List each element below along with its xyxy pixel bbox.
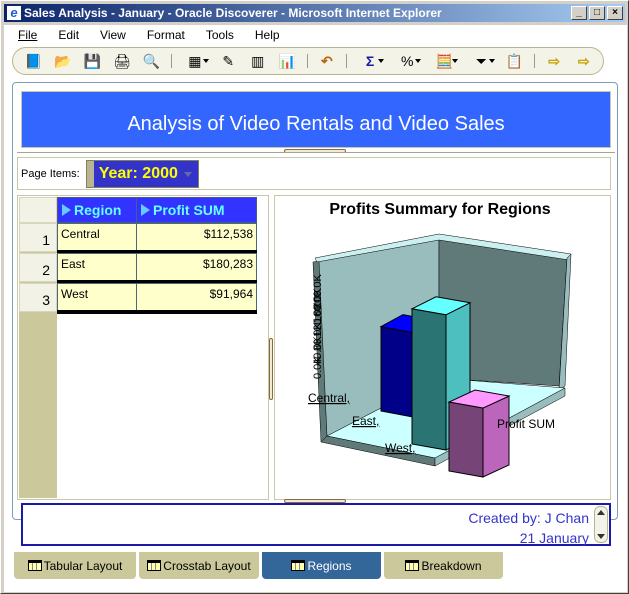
tab-crosstab-layout[interactable]: Crosstab Layout bbox=[139, 552, 259, 579]
page-items-label: Page Items: bbox=[21, 167, 80, 180]
maximize-button[interactable]: □ bbox=[589, 6, 605, 20]
app-area: File Edit View Format Tools Help 📘 📂 💾 🖨… bbox=[4, 25, 627, 592]
toolbar-separator bbox=[306, 54, 308, 68]
tab-label: Tabular Layout bbox=[43, 558, 123, 573]
undo-icon[interactable]: ↶ bbox=[317, 51, 338, 71]
table-cell-region[interactable]: Central bbox=[57, 223, 137, 251]
toolbar-separator bbox=[533, 54, 535, 68]
table-cell-profit[interactable]: $180,283 bbox=[136, 253, 257, 281]
table-icon bbox=[291, 560, 306, 571]
menu-bar: File Edit View Format Tools Help bbox=[4, 25, 627, 45]
divider bbox=[17, 152, 615, 153]
menu-help[interactable]: Help bbox=[255, 28, 280, 42]
bar-side-west bbox=[482, 395, 510, 478]
worksheet-area: Analysis of Video Rentals and Video Sale… bbox=[12, 82, 618, 546]
crosstab-icon bbox=[147, 560, 162, 571]
tab-tabular-layout[interactable]: Tabular Layout bbox=[14, 552, 136, 579]
row-number[interactable]: 3 bbox=[19, 283, 57, 312]
table-pane: Region Profit SUM 1 Central $112,538 2 E… bbox=[17, 195, 269, 500]
table-corner[interactable] bbox=[19, 197, 57, 223]
print-preview-icon[interactable]: 🔍 bbox=[141, 51, 162, 71]
print-icon[interactable]: 🖨 bbox=[112, 51, 133, 71]
column-header-profit-sum[interactable]: Profit SUM bbox=[136, 197, 257, 223]
row-number[interactable]: 1 bbox=[19, 223, 57, 252]
send-icon[interactable]: ⇨ bbox=[573, 51, 594, 71]
worksheet-tabs: Tabular Layout Crosstab Layout Regions B… bbox=[14, 552, 506, 580]
menu-file[interactable]: File bbox=[18, 28, 37, 42]
export-icon[interactable]: ⇨ bbox=[544, 51, 565, 71]
drag-grip-icon[interactable] bbox=[86, 160, 94, 187]
menu-tools[interactable]: Tools bbox=[206, 28, 234, 42]
filters-icon[interactable]: ⏷ bbox=[467, 51, 496, 71]
row-separator bbox=[57, 310, 257, 314]
totals-icon[interactable]: Σ bbox=[356, 51, 385, 71]
row-number[interactable]: 2 bbox=[19, 253, 57, 282]
tab-label: Crosstab Layout bbox=[163, 558, 251, 573]
table-icon bbox=[405, 560, 420, 571]
table-cell-profit[interactable]: $91,964 bbox=[136, 283, 257, 311]
new-sheet-icon[interactable]: ▦ bbox=[181, 51, 209, 71]
table-cell-region[interactable]: East bbox=[57, 253, 137, 281]
bar-front-west bbox=[448, 401, 484, 478]
x-category-label: West, bbox=[385, 441, 415, 455]
x-category-label: East, bbox=[352, 414, 379, 428]
column-header-label: Profit SUM bbox=[153, 202, 225, 218]
new-workbook-icon[interactable]: 📘 bbox=[23, 51, 44, 71]
toolbar-separator bbox=[346, 54, 348, 68]
sort-arrow-icon bbox=[141, 204, 150, 216]
tab-label: Regions bbox=[307, 558, 352, 573]
page-items-bar: Page Items: Year: 2000 bbox=[17, 157, 611, 190]
graph-icon[interactable]: 📊 bbox=[277, 51, 298, 71]
title-bar: e Sales Analysis - January - Oracle Disc… bbox=[4, 4, 625, 22]
tab-regions[interactable]: Regions bbox=[262, 552, 381, 579]
conditional-format-icon[interactable]: 📋 bbox=[504, 51, 525, 71]
menu-view[interactable]: View bbox=[100, 28, 126, 42]
chart-pane: Profits Summary for Regions 0.0K 40.0K 80.… bbox=[274, 195, 611, 500]
table-icon[interactable]: ▥ bbox=[247, 51, 268, 71]
bar-front-central bbox=[380, 325, 414, 418]
minimize-button[interactable]: _ bbox=[571, 6, 587, 20]
save-icon[interactable]: 💾 bbox=[82, 51, 103, 71]
column-header-region[interactable]: Region bbox=[57, 197, 137, 223]
date-text: 21 January bbox=[519, 530, 589, 546]
chevron-down-icon[interactable] bbox=[183, 171, 192, 181]
year-value: Year: 2000 bbox=[98, 164, 178, 182]
created-by-text: Created by: J Chan bbox=[468, 510, 589, 526]
footer-text: Created by: J Chan 21 January bbox=[468, 508, 589, 548]
scroll-up-icon[interactable] bbox=[597, 510, 605, 515]
ie-logo-icon: e bbox=[7, 6, 21, 20]
table-cell-region[interactable]: West bbox=[57, 283, 137, 311]
open-workbook-icon[interactable]: 📂 bbox=[53, 51, 74, 71]
bar-front-east bbox=[411, 308, 447, 451]
table-cell-profit[interactable]: $112,538 bbox=[136, 223, 257, 251]
toolbar: 📘 📂 💾 🖨 🔍 ▦ ✎ ▥ 📊 ↶ Σ % 🧮 ⏷ 📋 ⇨ ⇨ bbox=[12, 47, 604, 75]
tab-breakdown[interactable]: Breakdown bbox=[384, 552, 503, 579]
tab-label: Breakdown bbox=[421, 558, 482, 573]
footer-text-area: Created by: J Chan 21 January bbox=[21, 503, 611, 546]
window-title: Sales Analysis - January - Oracle Discov… bbox=[24, 6, 442, 20]
worksheet-title: Analysis of Video Rentals and Video Sale… bbox=[21, 91, 611, 148]
scroll-down-icon[interactable] bbox=[597, 534, 605, 539]
footer-scrollbar[interactable] bbox=[594, 506, 608, 543]
table-icon bbox=[27, 560, 42, 571]
menu-edit[interactable]: Edit bbox=[58, 28, 79, 42]
column-header-label: Region bbox=[74, 202, 122, 218]
series-label: Profit SUM bbox=[497, 417, 555, 431]
sort-arrow-icon bbox=[62, 204, 71, 216]
pane-splitter-handle[interactable] bbox=[269, 338, 273, 400]
close-button[interactable]: × bbox=[607, 6, 623, 20]
edit-sheet-icon[interactable]: ✎ bbox=[218, 51, 239, 71]
toolbar-separator bbox=[170, 54, 172, 68]
calculations-icon[interactable]: 🧮 bbox=[430, 51, 459, 71]
year-page-item-dropdown[interactable]: Year: 2000 bbox=[85, 159, 199, 188]
x-category-label: Central, bbox=[308, 391, 350, 405]
menu-format[interactable]: Format bbox=[147, 28, 185, 42]
y-tick-label: 200.0K bbox=[312, 273, 324, 309]
percentages-icon[interactable]: % bbox=[393, 51, 422, 71]
browser-window: e Sales Analysis - January - Oracle Disc… bbox=[0, 0, 629, 594]
chart-svg[interactable]: 0.0K40.0K80.0K120.0K160.0K200.0KCentral,… bbox=[275, 196, 612, 501]
